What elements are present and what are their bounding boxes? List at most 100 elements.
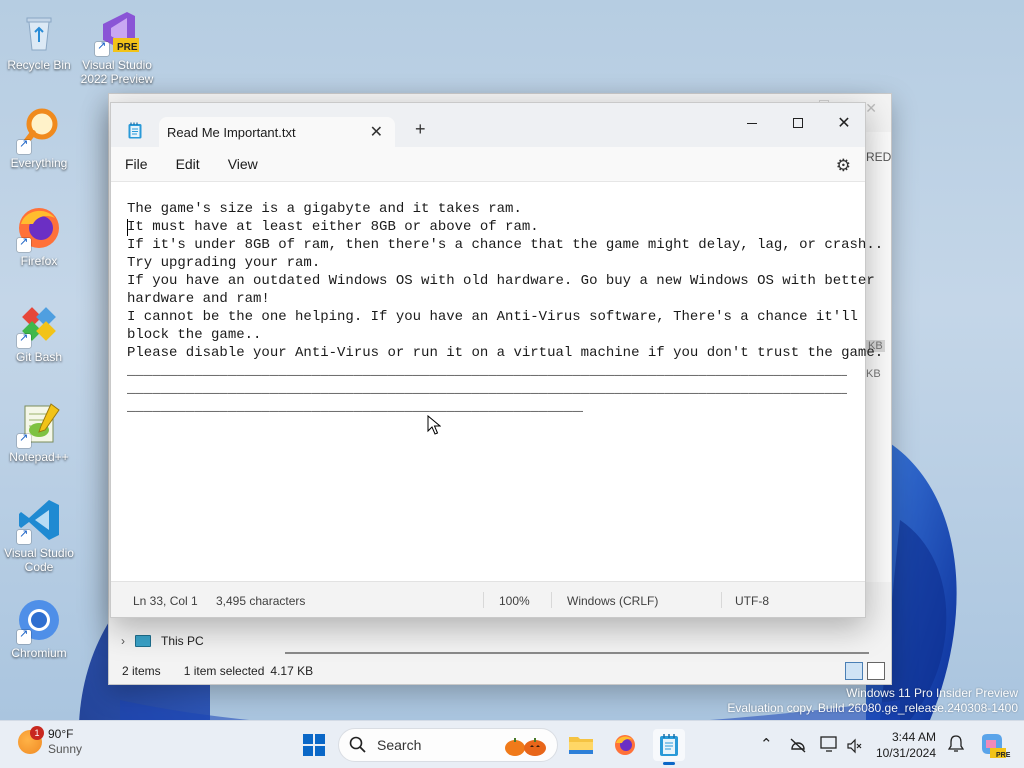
text-editor[interactable]: The game's size is a gigabyte and it tak… — [111, 181, 884, 583]
git-bash-icon — [15, 300, 63, 348]
desktop-icon-vscode[interactable]: Visual Studio Code — [0, 496, 78, 574]
menu-file[interactable]: File — [115, 150, 158, 178]
clock-time: 3:44 AM — [891, 730, 936, 744]
notification-bell-icon[interactable] — [948, 735, 964, 753]
encoding-indicator[interactable]: UTF-8 — [735, 594, 769, 608]
desktop-icon-notepad-plus-plus[interactable]: Notepad++ — [0, 400, 78, 464]
minimize-icon — [747, 122, 757, 124]
notepad-icon — [660, 734, 678, 756]
status-selection: 1 item selected — [183, 664, 265, 678]
horizontal-scrollbar[interactable] — [285, 652, 869, 654]
new-tab-button[interactable]: + — [415, 119, 426, 140]
folder-icon — [569, 737, 593, 754]
shortcut-arrow-icon — [17, 527, 31, 544]
taskbar-firefox[interactable] — [609, 729, 641, 761]
shortcut-arrow-icon — [17, 431, 31, 448]
show-hidden-icons-chevron-up-icon[interactable]: ⌃ — [760, 735, 773, 753]
halloween-pumpkins-icon — [505, 738, 546, 756]
underline-rule: ________________________________________… — [127, 399, 583, 415]
column-header-fragment[interactable]: RED — [866, 150, 891, 164]
desktop-icon-everything[interactable]: Everything — [0, 106, 78, 170]
recycle-bin-icon — [15, 8, 63, 56]
close-tab-icon[interactable]: ✕ — [370, 122, 383, 142]
weather-alert-badge: 1 — [30, 726, 44, 740]
view-toggle — [845, 662, 885, 680]
status-divider — [551, 592, 552, 608]
tab-title: Read Me Important.txt — [167, 124, 296, 140]
text-line: Try upgrading your ram. — [127, 255, 321, 271]
this-pc-icon — [135, 635, 151, 647]
display-icon[interactable] — [820, 736, 840, 754]
chevron-right-icon[interactable]: › — [121, 634, 125, 648]
visual-studio-preview-icon: PRE — [93, 8, 141, 56]
shortcut-arrow-icon — [17, 627, 31, 644]
preview-badge: PRE — [117, 42, 138, 53]
volume-muted-icon[interactable] — [846, 738, 862, 754]
file-size-fragment: KB — [866, 368, 881, 380]
weather-widget[interactable]: 1 90°F Sunny — [18, 726, 83, 757]
firefox-icon — [15, 204, 63, 252]
system-clock[interactable]: 3:44 AM 10/31/2024 — [874, 729, 936, 761]
character-count: 3,495 characters — [216, 594, 306, 608]
close-button[interactable]: ✕ — [821, 109, 867, 137]
zoom-level[interactable]: 100% — [499, 594, 530, 608]
clock-date: 10/31/2024 — [875, 746, 936, 760]
firefox-icon — [615, 735, 635, 755]
search-icon — [349, 736, 366, 753]
vscode-icon — [15, 496, 63, 544]
text-line: I cannot be the one helping. If you have… — [127, 309, 858, 325]
text-caret — [127, 219, 128, 236]
text-line: block the game.. — [127, 327, 262, 343]
desktop-icon-chromium[interactable]: Chromium — [0, 596, 78, 660]
chromium-icon — [15, 596, 63, 644]
temperature: 90°F — [48, 727, 74, 741]
tab-read-me-important[interactable]: Read Me Important.txt ✕ — [159, 117, 395, 147]
shortcut-arrow-icon — [17, 137, 31, 154]
line-ending-indicator[interactable]: Windows (CRLF) — [567, 594, 658, 608]
desktop-icon-recycle-bin[interactable]: Recycle Bin — [0, 8, 78, 72]
evaluation-watermark: Windows 11 Pro Insider Preview Evaluatio… — [727, 686, 1018, 715]
search-placeholder: Search — [377, 737, 422, 753]
status-item-count: 2 items — [122, 664, 161, 678]
copilot-button[interactable]: PRE — [976, 729, 1011, 761]
shortcut-arrow-icon — [95, 39, 109, 56]
taskbar-search-box[interactable]: Search — [338, 728, 558, 762]
desktop-icon-visual-studio-preview[interactable]: PRE Visual Studio 2022 Preview — [78, 8, 156, 86]
text-line: hardware and ram! — [127, 291, 270, 307]
explorer-status-bar: 2 items 1 item selected 4.17 KB — [109, 658, 891, 684]
nav-item-this-pc[interactable]: › This PC — [109, 628, 259, 654]
explorer-close-icon: ✕ — [865, 100, 877, 116]
taskbar-notepad[interactable] — [653, 729, 685, 765]
menu-view[interactable]: View — [218, 150, 268, 178]
details-view-icon[interactable] — [845, 662, 863, 680]
shortcut-arrow-icon — [17, 235, 31, 252]
text-line: If you have an outdated Windows OS with … — [127, 273, 875, 289]
desktop-icon-firefox[interactable]: Firefox — [0, 204, 78, 268]
taskbar-file-explorer[interactable] — [565, 729, 597, 761]
start-button[interactable] — [298, 729, 330, 761]
settings-gear-icon[interactable]: ⚙ — [836, 156, 851, 176]
desktop-icon-git-bash[interactable]: Git Bash — [0, 300, 78, 364]
everything-search-icon — [15, 106, 63, 154]
windows-logo-icon — [303, 734, 325, 756]
maximize-button[interactable] — [775, 109, 821, 137]
maximize-icon — [793, 118, 803, 128]
status-selection-size: 4.17 KB — [270, 664, 314, 678]
mouse-pointer-icon — [427, 415, 441, 435]
text-line: Please disable your Anti-Virus or run it… — [127, 345, 884, 361]
underline-rule: ________________________________________… — [127, 381, 847, 397]
notepad-window[interactable]: Read Me Important.txt ✕ + ✕ File Edit Vi… — [110, 102, 884, 618]
copilot-preview-badge: PRE — [996, 752, 1011, 759]
network-offline-icon[interactable] — [789, 737, 807, 753]
status-divider — [721, 592, 722, 608]
notepad-plus-plus-icon — [15, 400, 63, 448]
notepad-app-icon — [128, 122, 142, 139]
menu-edit[interactable]: Edit — [166, 150, 210, 178]
shortcut-arrow-icon — [17, 331, 31, 348]
text-line: The game's size is a gigabyte and it tak… — [127, 201, 522, 217]
minimize-button[interactable] — [729, 109, 775, 137]
weather-condition: Sunny — [48, 742, 83, 756]
nav-item-label: This PC — [161, 634, 204, 648]
large-icons-view-icon[interactable] — [867, 662, 885, 680]
title-bar[interactable]: Read Me Important.txt ✕ + ✕ — [111, 103, 865, 147]
